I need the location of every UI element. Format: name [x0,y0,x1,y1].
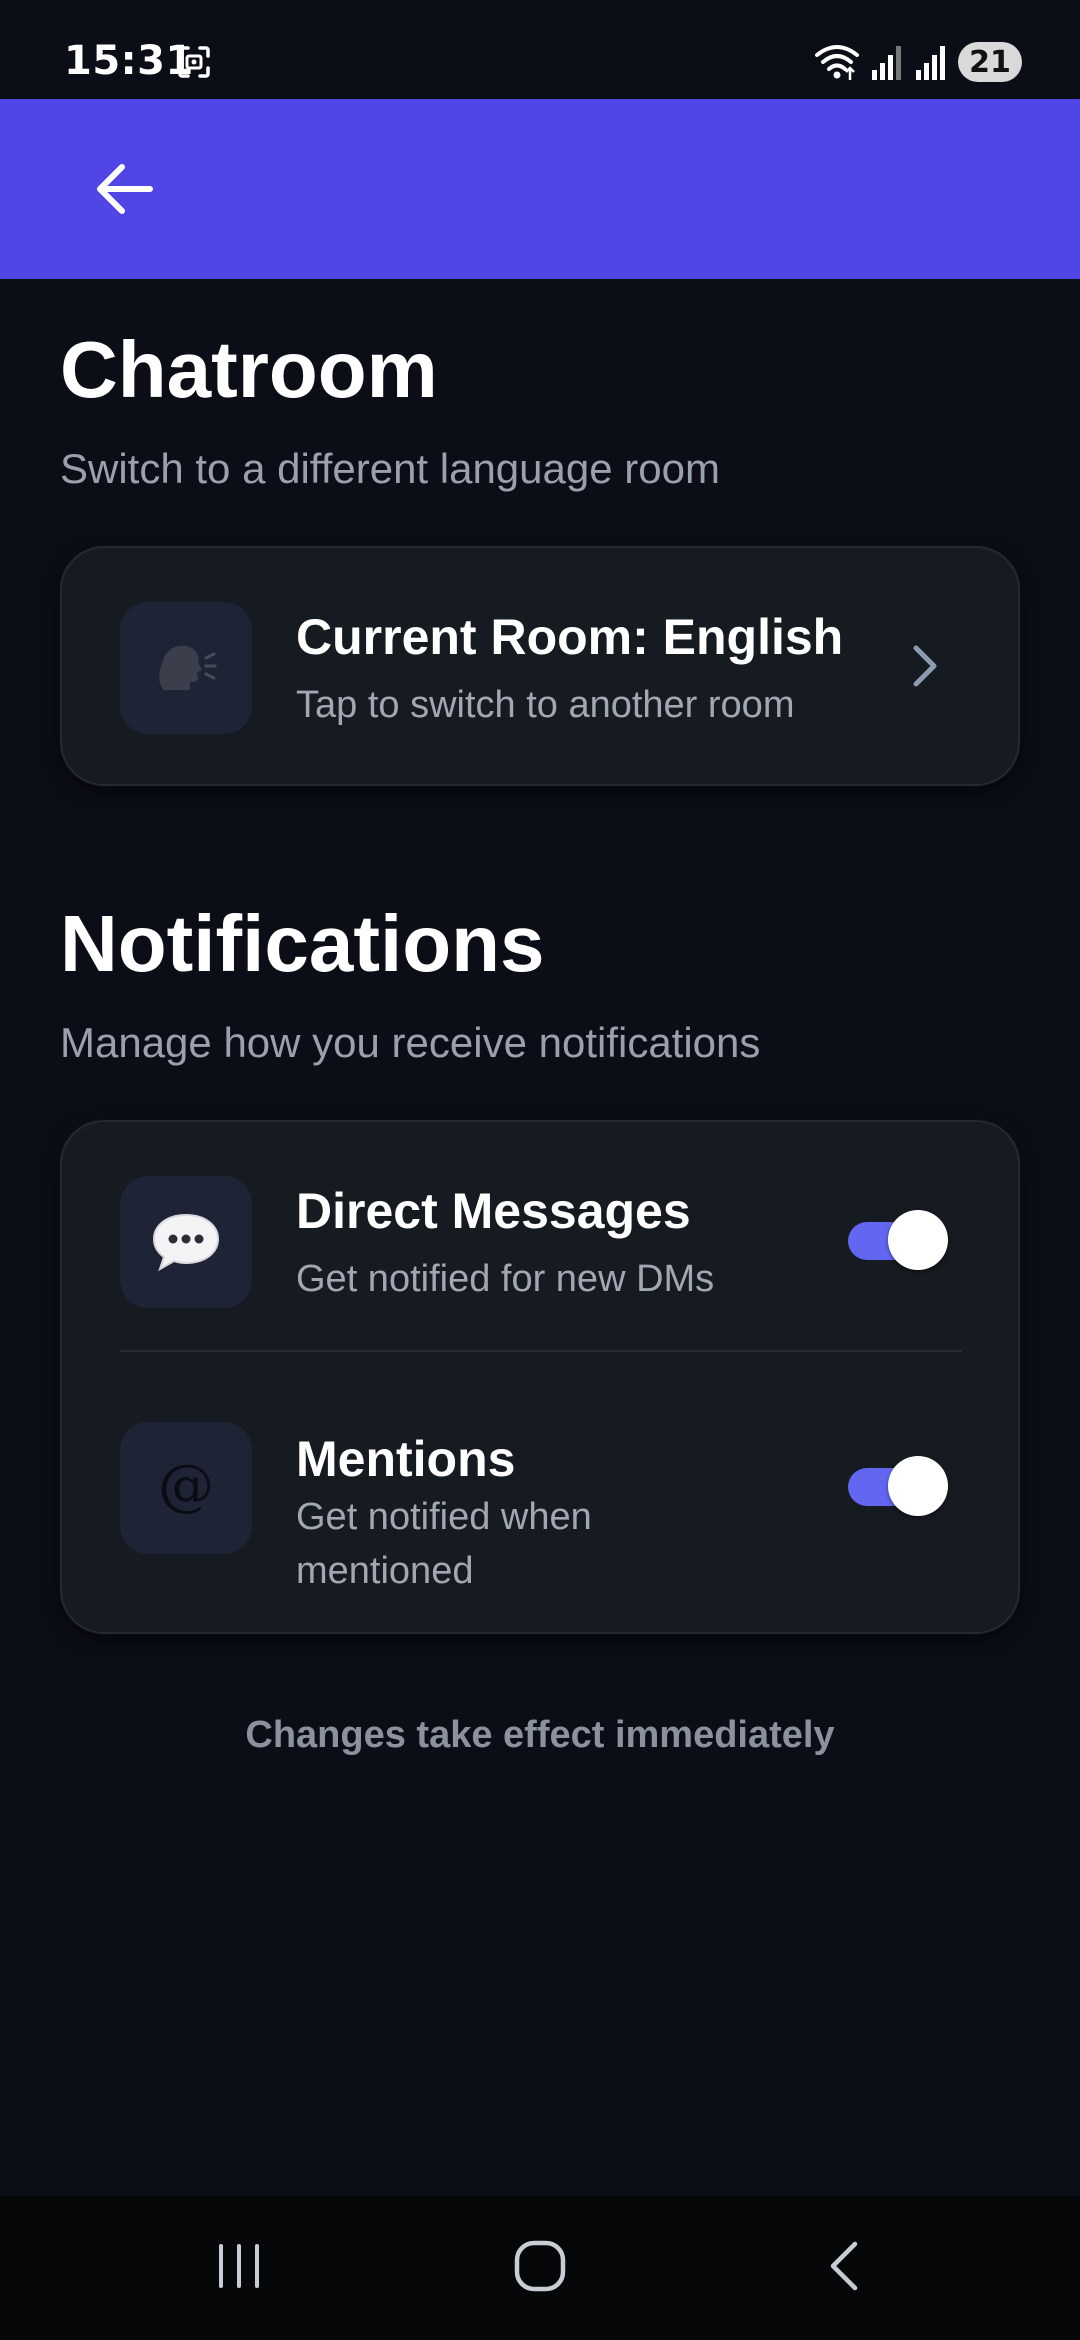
mentions-toggle-thumb [888,1456,948,1516]
chevron-left-icon [830,2241,858,2291]
home-button[interactable] [485,2226,595,2306]
battery-indicator: 21 [958,42,1022,82]
room-icon-tile [120,602,252,734]
dm-icon-tile [120,1176,252,1308]
dm-title: Direct Messages [296,1183,691,1239]
chevron-right-icon [913,645,937,687]
notifications-title: Notifications [60,899,545,988]
mentions-subtitle: Get notified when mentioned [296,1496,592,1592]
wifi-icon [815,45,859,80]
app-bar [0,99,1080,279]
current-room-title: Current Room: English [296,609,844,665]
recent-apps-button[interactable] [184,2226,294,2306]
notifications-subtitle: Manage how you receive notifications [60,1019,761,1066]
speaking-head-icon [159,645,217,690]
notifications-card: Direct Messages Get notified for new DMs… [60,1120,1020,1634]
recent-apps-icon [219,2244,259,2288]
dm-toggle[interactable] [848,1210,948,1270]
status-time: 15:31 [64,38,194,84]
chatroom-title: Chatroom [60,325,438,414]
mentions-row: @ Mentions Get notified when mentioned [62,1352,1018,1632]
status-icons: 21 [814,40,1022,84]
signal-icon [872,46,901,80]
system-nav-bar [0,2196,1080,2340]
svg-text:@: @ [158,1453,214,1518]
footer-note: Changes take effect immediately [245,1714,835,1756]
dm-toggle-thumb [888,1210,948,1270]
mentions-toggle[interactable] [848,1456,948,1516]
status-bar: 15:31 21 [0,0,1080,99]
home-icon [514,2240,566,2292]
screenshot-icon [178,46,210,78]
signal-icon-2 [916,46,945,80]
arrow-left-icon [97,164,153,214]
chatroom-subtitle: Switch to a different language room [60,445,720,492]
direct-messages-row: Direct Messages Get notified for new DMs [62,1122,1018,1352]
back-button[interactable] [78,143,170,235]
current-room-card[interactable]: Current Room: English Tap to switch to a… [60,546,1020,786]
settings-screen: 15:31 21 Chatroom Switch to a different … [0,0,1080,2340]
current-room-row[interactable]: Current Room: English Tap to switch to a… [62,548,1018,784]
mentions-icon-tile: @ [120,1422,252,1554]
dm-subtitle: Get notified for new DMs [296,1258,715,1300]
nav-back-button[interactable] [788,2226,898,2306]
at-sign-icon: @ [158,1453,214,1518]
speech-bubble-icon [152,1213,220,1272]
current-room-subtitle: Tap to switch to another room [296,684,795,726]
mentions-title: Mentions [296,1431,516,1487]
